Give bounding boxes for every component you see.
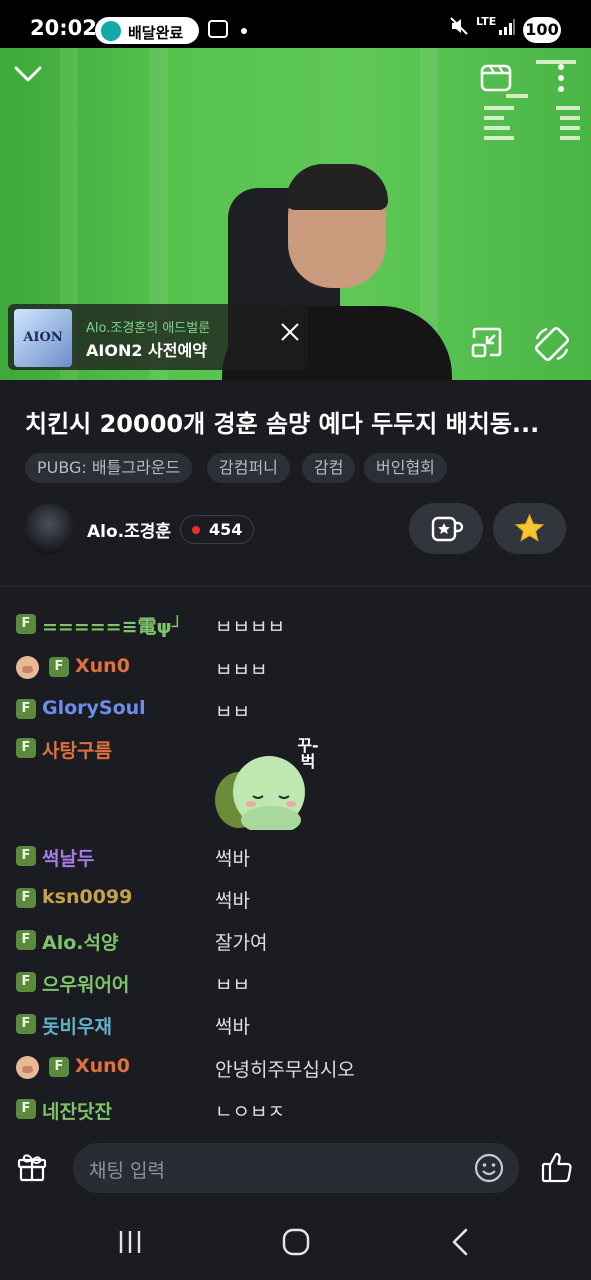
fan-badge-icon: F [16, 699, 36, 719]
viewer-count: 454 [209, 520, 243, 539]
chat-nickname[interactable]: ksn0099 [42, 886, 132, 908]
chat-text: ㅂㅂ [215, 974, 250, 996]
pig-emblem-icon [16, 656, 39, 679]
ad-subtitle: Alo.조경훈의 애드벌룬 [86, 321, 211, 336]
screen-record-icon [208, 20, 228, 38]
streamer-avatar[interactable] [24, 504, 74, 554]
chat-nickname[interactable]: 사탕구름 [42, 736, 112, 763]
chat-text: ㅂㅂㅂㅂ [215, 616, 285, 638]
status-bar: 20:02 배달완료 LTE 100 [0, 0, 591, 48]
emoji-icon[interactable] [474, 1153, 504, 1183]
network-type: LTE [476, 15, 497, 28]
back-icon[interactable] [450, 1228, 472, 1256]
ad-balloon-card[interactable]: AION Alo.조경훈의 애드벌룬 AION2 사전예약 [8, 304, 308, 370]
clip-icon[interactable] [480, 62, 512, 92]
fan-badge-icon: F [16, 614, 36, 634]
recent-apps-icon[interactable] [117, 1229, 143, 1255]
chat-message: F ksn0099 썩바 [0, 886, 591, 922]
pig-emblem-icon [16, 1056, 39, 1079]
chat-nickname[interactable]: 돗비우재 [42, 1012, 112, 1039]
delivery-app-icon [101, 21, 121, 41]
stream-title: 치킨시 20000개 경훈 솜먕 예다 두두지 배치동... [25, 410, 540, 438]
minimize-chevron-down-icon[interactable] [14, 64, 42, 84]
live-dot-icon [192, 526, 200, 534]
close-icon[interactable] [278, 320, 302, 344]
chat-message: F Alo.석양 잘가여 [0, 930, 591, 964]
clock: 20:02 [30, 16, 97, 40]
fan-badge-icon: F [16, 972, 36, 992]
chat-list[interactable]: F =====≡電ψ┘ ㅂㅂㅂㅂ F Xun0 ㅂㅂㅂ F GlorySoul … [0, 600, 591, 1130]
fan-badge-icon: F [16, 738, 36, 758]
more-options-icon[interactable] [553, 62, 569, 94]
chat-message: F =====≡電ψ┘ ㅂㅂㅂㅂ [0, 614, 591, 648]
fan-badge-icon: F [16, 1014, 36, 1034]
rotate-screen-icon[interactable] [533, 325, 571, 363]
chat-text: ㄴㅇㅂㅈ [215, 1101, 285, 1123]
chat-nickname[interactable]: Xun0 [75, 655, 130, 677]
chat-nickname[interactable]: Alo.석양 [42, 928, 118, 955]
battery-level: 100 [523, 17, 561, 43]
chat-message: F GlorySoul ㅂㅂ [0, 697, 591, 733]
chat-input-placeholder: 채팅 입력 [89, 1160, 165, 1182]
chat-message: F 썩날두 썩바 [0, 846, 591, 880]
chat-text: 썩바 [215, 1016, 250, 1038]
chat-message: F Xun0 ㅂㅂㅂ [0, 655, 591, 691]
favorite-star-button[interactable] [493, 503, 566, 554]
chat-message: F 돗비우재 썩바 [0, 1014, 591, 1048]
gift-icon[interactable] [16, 1150, 48, 1182]
tag-chip[interactable]: 감컴퍼니 [207, 453, 290, 483]
chat-nickname[interactable]: 으우워어어 [42, 970, 129, 997]
home-icon[interactable] [282, 1228, 310, 1256]
fan-badge-icon: F [16, 1099, 36, 1119]
section-divider [0, 586, 591, 587]
notification-dot-icon [241, 28, 247, 34]
streamer-hair [286, 164, 388, 210]
chat-nickname[interactable]: =====≡電ψ┘ [42, 612, 183, 639]
tag-chip[interactable]: 감컴 [302, 453, 356, 483]
chat-nickname[interactable]: GlorySoul [42, 697, 146, 719]
streamer-name[interactable]: Alo.조경훈 [87, 517, 171, 542]
fan-badge-icon: F [16, 888, 36, 908]
video-player[interactable]: AION Alo.조경훈의 애드벌룬 AION2 사전예약 [0, 48, 591, 380]
chat-message: F Xun0 안녕히주무십시오 [0, 1055, 591, 1091]
chat-text: 안녕히주무십시오 [215, 1059, 355, 1081]
chat-message: F 네잔닷잔 ㄴㅇㅂㅈ [0, 1099, 591, 1130]
signal-icon [498, 18, 516, 36]
chat-nickname[interactable]: 네잔닷잔 [42, 1097, 112, 1124]
chat-text: ㅂㅂㅂ [215, 659, 268, 681]
fan-badge-icon: F [49, 1057, 69, 1077]
mute-icon [449, 16, 469, 41]
picture-in-picture-icon[interactable] [470, 326, 504, 360]
fan-badge-icon: F [16, 930, 36, 950]
delivery-notification-pill[interactable]: 배달완료 [95, 17, 199, 44]
chat-text: 썩바 [215, 890, 250, 912]
fan-badge-icon: F [49, 657, 69, 677]
chat-input[interactable]: 채팅 입력 [73, 1143, 519, 1193]
donate-button[interactable] [409, 503, 483, 554]
tag-chip[interactable]: 버인협회 [364, 453, 447, 483]
aion-logo: AION [14, 309, 72, 367]
chat-nickname[interactable]: Xun0 [75, 1055, 130, 1077]
sticker-caption: 꾸-벅 [297, 736, 319, 771]
chat-nickname[interactable]: 썩날두 [42, 844, 94, 871]
fan-badge-icon: F [16, 846, 36, 866]
chat-text: 썩바 [215, 848, 250, 870]
viewer-count-badge: 454 [180, 515, 254, 544]
thumbs-up-icon[interactable] [540, 1150, 574, 1184]
ad-title: AION2 사전예약 [86, 341, 207, 360]
delivery-notification-label: 배달완료 [128, 24, 184, 42]
chat-text: 잘가여 [215, 932, 268, 954]
tag-chip[interactable]: PUBG: 배틀그라운드 [25, 453, 193, 483]
chat-message: F 으우워어어 ㅂㅂ [0, 972, 591, 1006]
chat-text: ㅂㅂ [215, 701, 250, 723]
